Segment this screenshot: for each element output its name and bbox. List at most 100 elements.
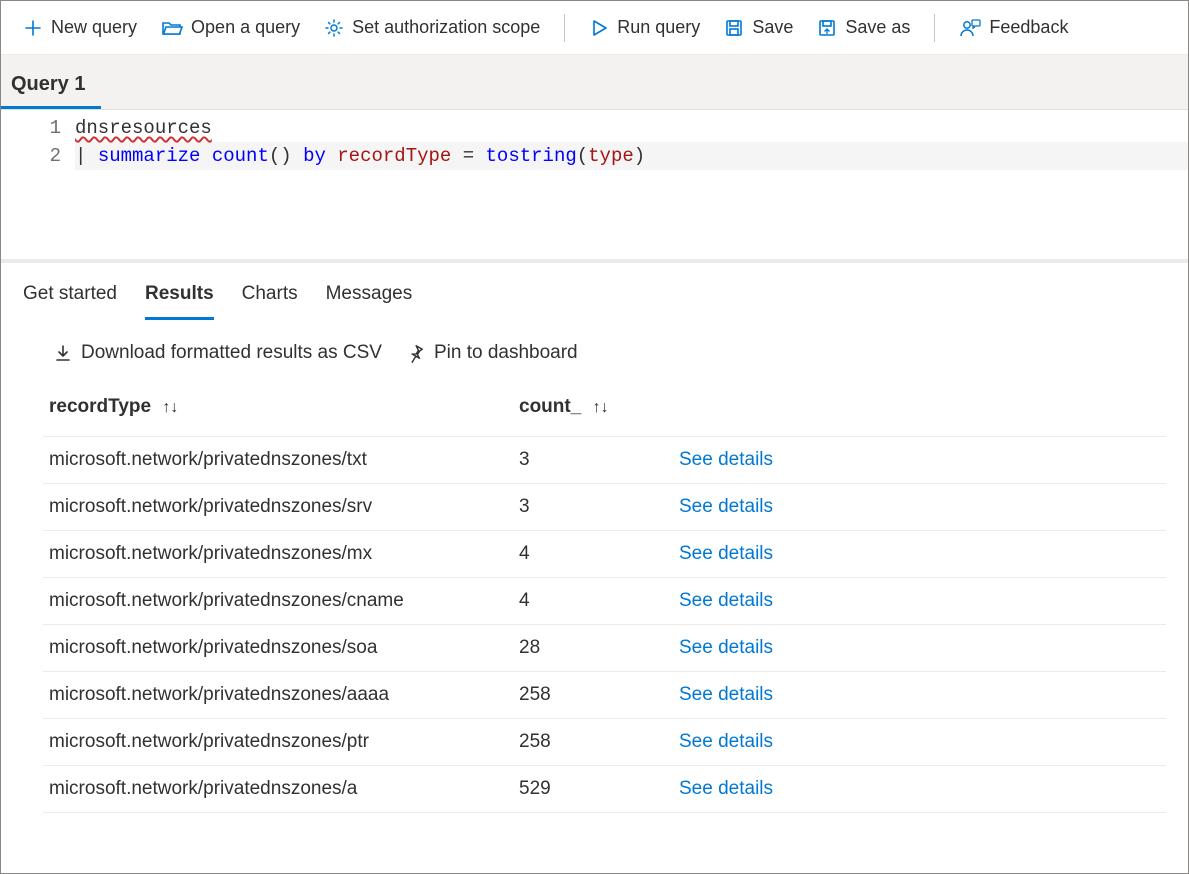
query-tabs: Query 1: [1, 55, 1188, 109]
open-query-button[interactable]: Open a query: [151, 11, 310, 44]
token-close: ): [634, 145, 645, 167]
cell-details: See details: [673, 625, 1166, 672]
see-details-link[interactable]: See details: [679, 778, 773, 799]
cell-details: See details: [673, 672, 1166, 719]
new-query-button[interactable]: New query: [13, 11, 147, 44]
pin-dashboard-button[interactable]: Pin to dashboard: [406, 342, 578, 364]
table-row: microsoft.network/privatednszones/txt3Se…: [43, 437, 1166, 484]
cell-recordtype: microsoft.network/privatednszones/txt: [43, 437, 513, 484]
save-icon: [724, 18, 744, 38]
tab-messages[interactable]: Messages: [326, 277, 413, 320]
pin-dashboard-label: Pin to dashboard: [434, 342, 578, 364]
cell-count: 4: [513, 578, 673, 625]
cell-details: See details: [673, 766, 1166, 813]
cell-details: See details: [673, 719, 1166, 766]
toolbar: New query Open a query Set authorization…: [1, 1, 1188, 55]
toolbar-separator: [934, 14, 935, 42]
results-actions: Download formatted results as CSV Pin to…: [1, 320, 1188, 376]
tab-charts-label: Charts: [242, 283, 298, 304]
editor-code[interactable]: dnsresources | summarize count() by reco…: [75, 110, 1188, 259]
tab-results-label: Results: [145, 283, 214, 304]
cell-count: 3: [513, 484, 673, 531]
token-alias: recordType: [337, 145, 451, 167]
token-pipe: |: [75, 145, 98, 167]
table-row: microsoft.network/privatednszones/aaaa25…: [43, 672, 1166, 719]
save-as-icon: [817, 18, 837, 38]
results-area: Get started Results Charts Messages Down…: [1, 263, 1188, 873]
cell-recordtype: microsoft.network/privatednszones/aaaa: [43, 672, 513, 719]
line-number: 2: [1, 142, 61, 170]
cell-recordtype: microsoft.network/privatednszones/a: [43, 766, 513, 813]
token-tostring: tostring: [486, 145, 577, 167]
cell-count: 529: [513, 766, 673, 813]
table-row: microsoft.network/privatednszones/ptr258…: [43, 719, 1166, 766]
code-line-2: | summarize count() by recordType = tost…: [75, 142, 1188, 170]
sort-arrows-icon: ↑↓: [593, 399, 609, 416]
see-details-link[interactable]: See details: [679, 590, 773, 611]
plus-icon: [23, 18, 43, 38]
col-header-count[interactable]: count_ ↑↓: [513, 386, 673, 437]
cell-recordtype: microsoft.network/privatednszones/ptr: [43, 719, 513, 766]
tab-charts[interactable]: Charts: [242, 277, 298, 320]
cell-recordtype: microsoft.network/privatednszones/cname: [43, 578, 513, 625]
see-details-link[interactable]: See details: [679, 449, 773, 470]
see-details-link[interactable]: See details: [679, 543, 773, 564]
toolbar-separator: [564, 14, 565, 42]
see-details-link[interactable]: See details: [679, 496, 773, 517]
tab-get-started[interactable]: Get started: [23, 277, 117, 320]
new-query-label: New query: [51, 17, 137, 38]
cell-count: 258: [513, 719, 673, 766]
table-row: microsoft.network/privatednszones/cname4…: [43, 578, 1166, 625]
download-icon: [53, 343, 73, 363]
code-editor[interactable]: 1 2 dnsresources | summarize count() by …: [1, 109, 1188, 259]
line-number: 1: [1, 114, 61, 142]
tab-results[interactable]: Results: [145, 277, 214, 320]
see-details-link[interactable]: See details: [679, 684, 773, 705]
tab-get-started-label: Get started: [23, 283, 117, 304]
play-icon: [589, 18, 609, 38]
see-details-link[interactable]: See details: [679, 637, 773, 658]
cell-count: 4: [513, 531, 673, 578]
cell-recordtype: microsoft.network/privatednszones/soa: [43, 625, 513, 672]
cell-recordtype: microsoft.network/privatednszones/mx: [43, 531, 513, 578]
col-header-count-label: count_: [519, 396, 581, 417]
see-details-link[interactable]: See details: [679, 731, 773, 752]
token-summarize: summarize: [98, 145, 201, 167]
pin-icon: [406, 343, 426, 363]
save-label: Save: [752, 17, 793, 38]
folder-open-icon: [161, 18, 183, 38]
token-paren: (): [269, 145, 292, 167]
tab-messages-label: Messages: [326, 283, 413, 304]
col-header-recordtype[interactable]: recordType ↑↓: [43, 386, 513, 437]
query-tab-label: Query 1: [11, 73, 85, 95]
editor-gutter: 1 2: [1, 110, 75, 259]
results-table-wrap: recordType ↑↓ count_ ↑↓ microsoft.networ…: [1, 376, 1188, 813]
feedback-label: Feedback: [989, 17, 1068, 38]
col-header-recordtype-label: recordType: [49, 396, 151, 417]
auth-scope-button[interactable]: Set authorization scope: [314, 11, 550, 44]
download-csv-button[interactable]: Download formatted results as CSV: [53, 342, 382, 364]
code-line-1: dnsresources: [75, 114, 1188, 142]
cell-details: See details: [673, 484, 1166, 531]
cell-details: See details: [673, 531, 1166, 578]
results-tabs: Get started Results Charts Messages: [1, 263, 1188, 320]
cell-recordtype: microsoft.network/privatednszones/srv: [43, 484, 513, 531]
results-table: recordType ↑↓ count_ ↑↓ microsoft.networ…: [43, 386, 1166, 813]
cell-details: See details: [673, 437, 1166, 484]
token-count: count: [200, 145, 268, 167]
table-row: microsoft.network/privatednszones/soa28 S…: [43, 625, 1166, 672]
cell-count: 28: [513, 625, 673, 672]
token-by: by: [292, 145, 338, 167]
feedback-button[interactable]: Feedback: [949, 11, 1078, 44]
download-csv-label: Download formatted results as CSV: [81, 342, 382, 364]
cell-details: See details: [673, 578, 1166, 625]
cell-count: 258: [513, 672, 673, 719]
token-eq: =: [451, 145, 485, 167]
token-open: (: [577, 145, 588, 167]
query-tab-1[interactable]: Query 1: [1, 65, 101, 109]
save-button[interactable]: Save: [714, 11, 803, 44]
run-query-button[interactable]: Run query: [579, 11, 710, 44]
save-as-button[interactable]: Save as: [807, 11, 920, 44]
token-type: type: [588, 145, 634, 167]
token-table: dnsresources: [75, 117, 212, 139]
